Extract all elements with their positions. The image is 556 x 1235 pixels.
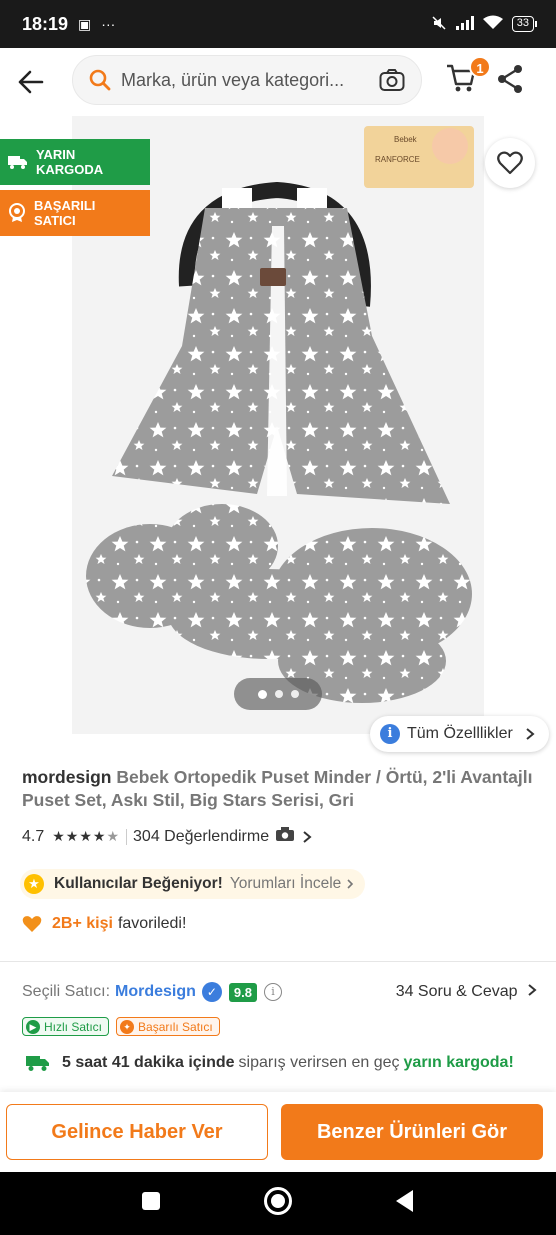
signal-icon [455, 15, 474, 33]
tag-label: YARIN KARGODA [36, 147, 104, 177]
product-gallery[interactable]: Bebek RANFORCE YARIN KARGODA BAŞARILI SA… [0, 116, 556, 752]
system-nav-bar [0, 1172, 556, 1235]
wifi-icon [482, 15, 503, 33]
product-brand[interactable]: mordesign [22, 767, 111, 787]
section-divider [0, 961, 556, 962]
more-notifications-icon: ··· [101, 16, 116, 32]
badge-label: Hızlı Satıcı [44, 1019, 103, 1034]
rating-stars: ★★★★★ [52, 828, 121, 844]
delivery-highlight: yarın kargoda! [403, 1054, 514, 1071]
promo-label: RANFORCE [375, 155, 420, 164]
mute-icon [431, 15, 447, 34]
camera-icon [275, 826, 295, 847]
home-button[interactable] [263, 1186, 293, 1221]
truck-icon [26, 1056, 49, 1071]
rating-row[interactable]: 4.7 ★★★★★ 304 Değerlendirme [22, 826, 313, 847]
seller-score: 9.8 [228, 982, 257, 1002]
cart-button[interactable]: 1 [445, 56, 491, 98]
back-nav-button[interactable] [395, 1189, 415, 1218]
status-time: 18:19 [22, 13, 69, 34]
page-dot [274, 690, 283, 698]
seller-badges: ▶ Hızlı Satıcı ✦ Başarılı Satıcı [22, 1017, 220, 1036]
heart-icon [22, 916, 42, 932]
delivery-time: 5 saat 41 dakika içinde [62, 1054, 235, 1071]
qa-label: 34 Soru & Cevap [395, 983, 518, 1000]
cart-badge: 1 [469, 56, 491, 78]
camera-search-icon[interactable] [379, 68, 405, 97]
recents-button[interactable] [141, 1191, 161, 1216]
divider [126, 828, 128, 845]
chevron-right-icon [528, 984, 537, 996]
medal-icon: ✦ [120, 1019, 135, 1034]
seller-label: Seçili Satıcı: [22, 983, 111, 1000]
all-features-button[interactable]: i Tüm Özelllikler [370, 716, 549, 752]
seller-row: Seçili Satıcı: Mordesign ✓ 9.8 i 34 Soru… [22, 982, 538, 1002]
delivery-text: siparış verirsen en geç [238, 1054, 400, 1071]
users-like-label: Kullanıcılar Beğeniyor! [54, 875, 223, 892]
back-arrow-icon [18, 70, 44, 94]
successful-seller-badge: ✦ Başarılı Satıcı [116, 1017, 220, 1036]
page-dot [257, 689, 267, 699]
similar-products-button[interactable]: Benzer Ürünleri Gör [281, 1104, 543, 1160]
favorites-count: 2B+ kişi [52, 915, 113, 932]
action-bar: Gelince Haber Ver Benzer Ürünleri Gör [0, 1092, 556, 1172]
status-bar: 18:19 ▣ ··· 33 [0, 0, 556, 48]
star-icon: ★ [24, 874, 44, 894]
truck-icon: ▶ [26, 1019, 40, 1034]
review-count[interactable]: 304 Değerlendirme [133, 828, 269, 846]
search-input[interactable]: Marka, ürün veya kategori... [121, 70, 357, 91]
info-icon: i [380, 724, 400, 744]
fast-seller-badge: ▶ Hızlı Satıcı [22, 1017, 110, 1036]
qa-link[interactable]: 34 Soru & Cevap [396, 983, 538, 1001]
users-like-banner[interactable]: ★ Kullanıcılar Beğeniyor! Yorumları İnce… [20, 869, 366, 899]
favorites-suffix: favoriledi! [117, 915, 187, 932]
calendar-notification-icon: ▣ [78, 15, 92, 32]
notify-button[interactable]: Gelince Haber Ver [6, 1104, 268, 1160]
all-features-label: Tüm Özelllikler [407, 725, 513, 742]
badge-label: Başarılı Satıcı [138, 1019, 213, 1034]
search-bar[interactable]: Marka, ürün veya kategori... [72, 55, 422, 105]
heart-icon [497, 151, 523, 175]
tag-label: BAŞARILI SATICI [34, 198, 96, 228]
top-bar: Marka, ürün veya kategori... 1 [0, 48, 556, 116]
tag-successful-seller: BAŞARILI SATICI [0, 190, 150, 236]
product-title: mordesign Bebek Ortopedik Puset Minder /… [22, 766, 542, 812]
chevron-right-icon [303, 830, 312, 843]
page-dot [290, 690, 299, 698]
battery-icon: 33 [511, 16, 538, 32]
review-link[interactable]: Yorumları İncele [230, 875, 341, 893]
delivery-info: 5 saat 41 dakika içinde siparış verirsen… [26, 1054, 514, 1072]
back-button[interactable] [4, 52, 58, 112]
chevron-right-icon [526, 728, 535, 740]
info-icon[interactable]: i [264, 983, 282, 1001]
image-page-indicator [234, 678, 322, 710]
seller-name[interactable]: Mordesign [115, 983, 196, 1001]
share-icon [498, 65, 522, 93]
chevron-right-icon [347, 879, 354, 889]
rating-score: 4.7 [22, 827, 45, 845]
favorite-button[interactable] [485, 138, 535, 188]
tag-fast-shipping: YARIN KARGODA [0, 139, 150, 185]
badge-icon [9, 203, 25, 222]
truck-icon [8, 156, 27, 169]
search-icon [89, 69, 111, 91]
share-button[interactable] [496, 64, 524, 99]
verified-icon: ✓ [201, 982, 222, 1002]
promo-label: Bebek [394, 135, 418, 144]
favorites-info: 2B+ kişi favoriledi! [22, 915, 186, 933]
